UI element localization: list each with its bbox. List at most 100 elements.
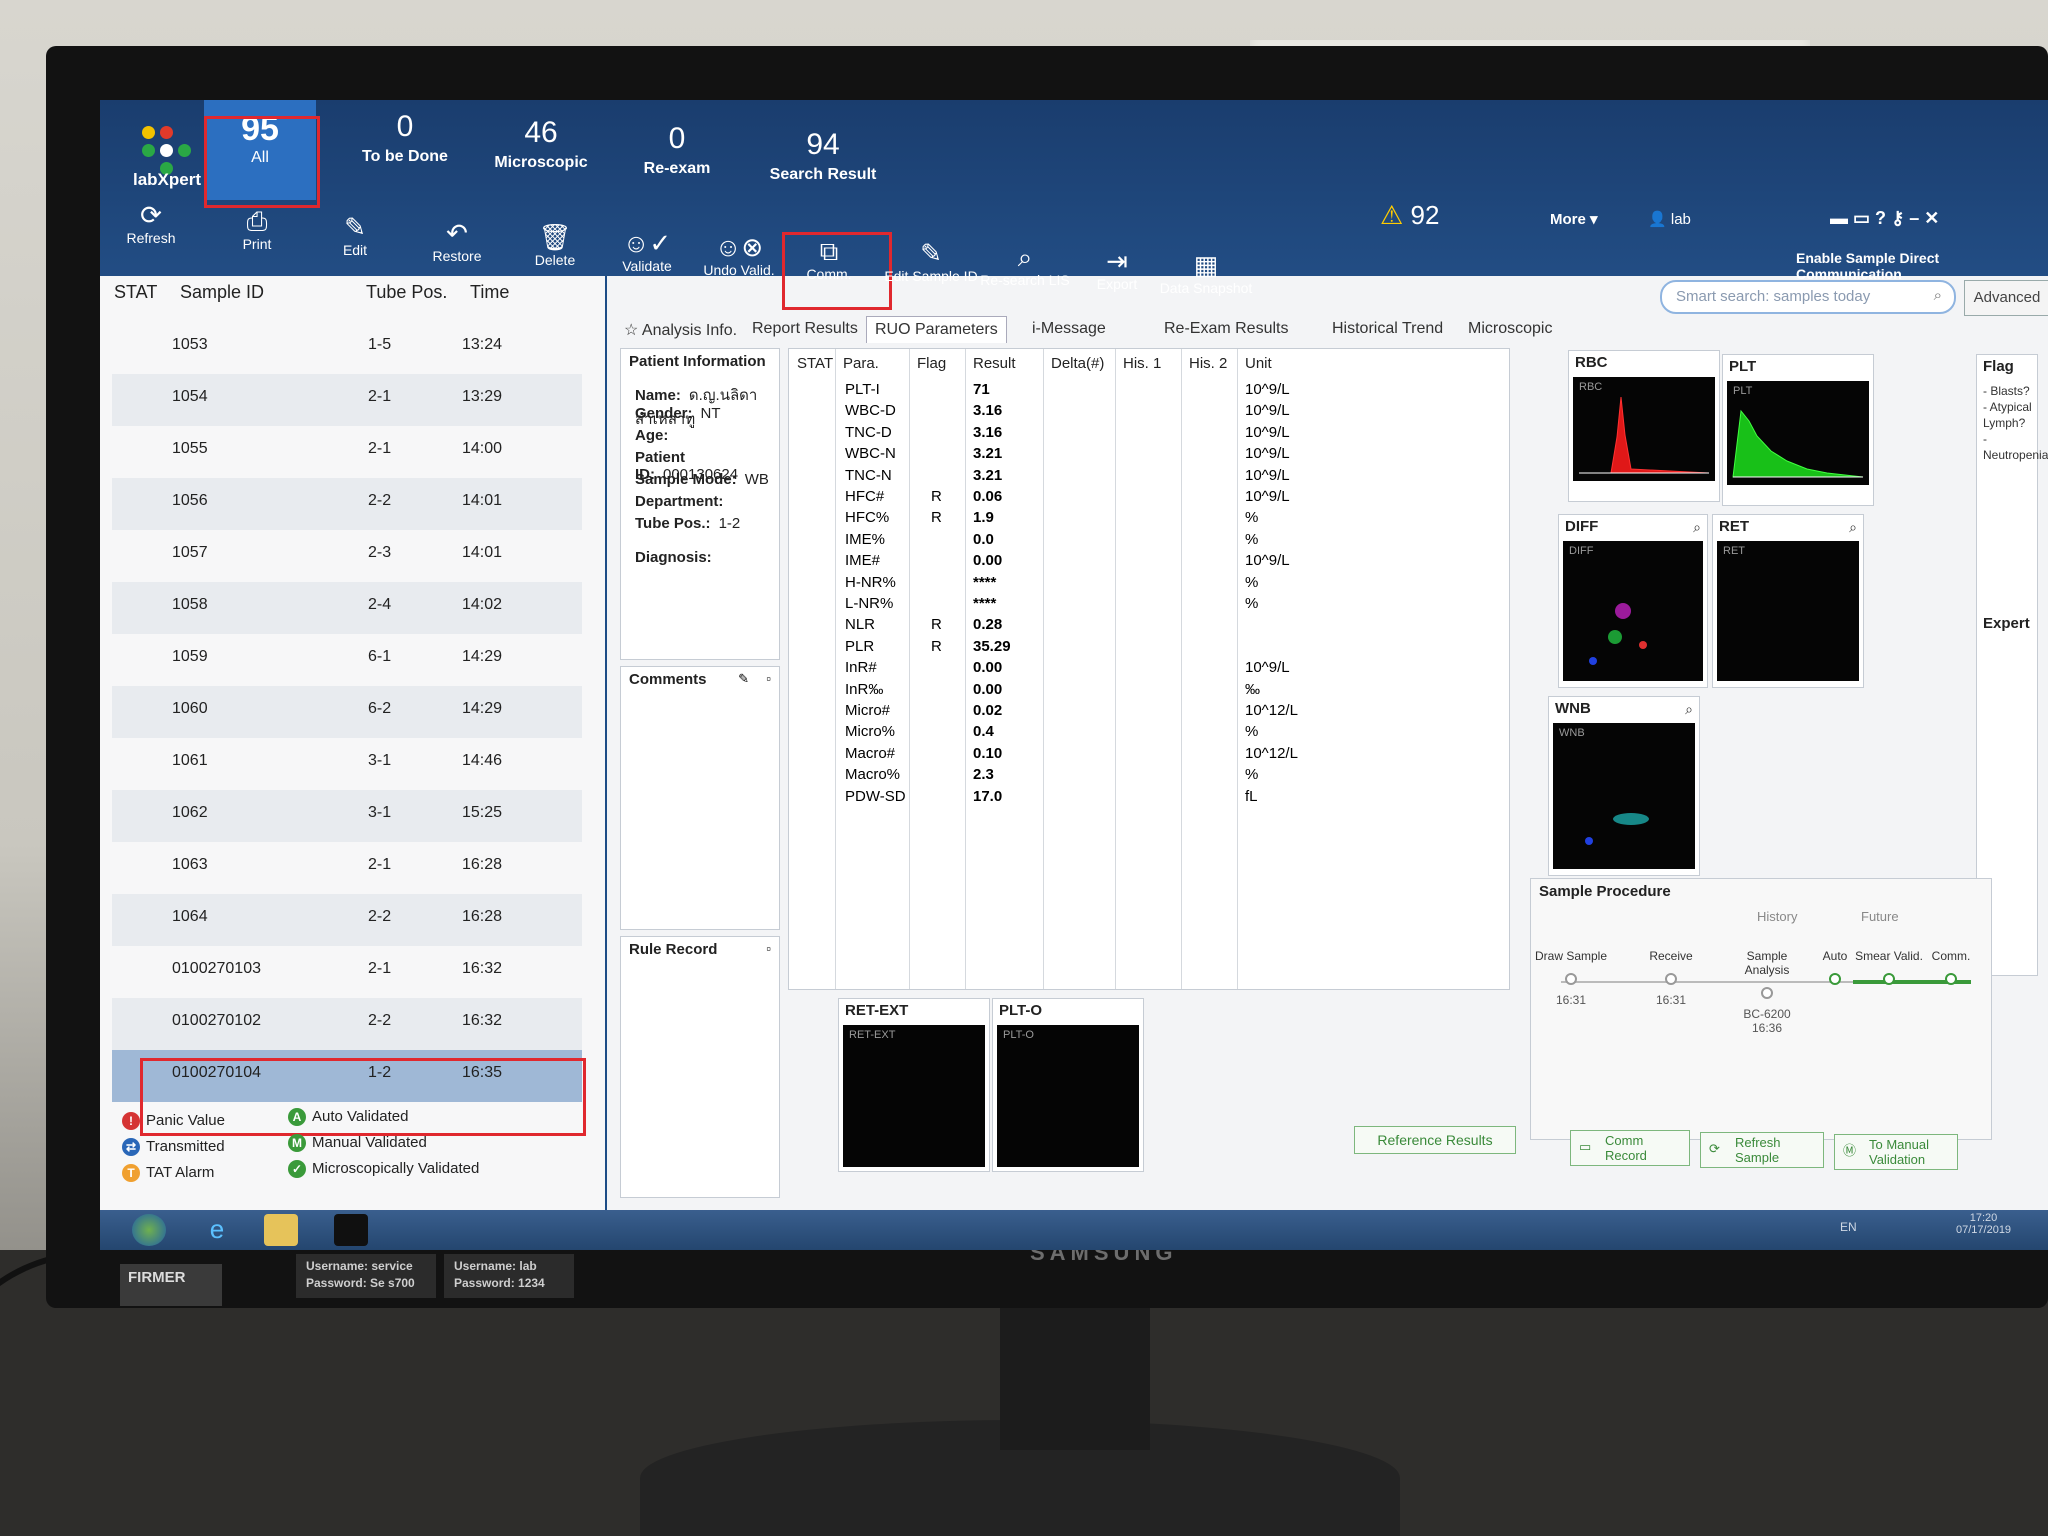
parameter-row[interactable]: L-NR% ****% bbox=[789, 593, 1509, 614]
validate-button[interactable]: ☺✓ Validate bbox=[602, 228, 692, 274]
parameter-row[interactable]: PDW-SD 17.0 fL bbox=[789, 786, 1509, 807]
undo-valid-button[interactable]: ☺⊗ Undo Valid. bbox=[694, 232, 784, 278]
smart-search-input[interactable]: Smart search: samples today ⌕ bbox=[1660, 280, 1956, 314]
expand-icon[interactable]: ▫ bbox=[766, 671, 771, 686]
parameter-row[interactable]: TNC-N 3.21 10^9/L bbox=[789, 465, 1509, 486]
table-row[interactable]: 0100270103 2-1 16:32 bbox=[112, 946, 582, 998]
parameter-row[interactable]: PLT-I 71 10^9/L bbox=[789, 379, 1509, 400]
cell-para: L-NR% bbox=[845, 595, 894, 612]
parameter-row[interactable]: InR‰ 0.00 ‰ bbox=[789, 679, 1509, 700]
parameter-row[interactable]: IME% 0.0% bbox=[789, 529, 1509, 550]
zoom-icon[interactable]: ⌕ bbox=[1693, 519, 1701, 536]
edit-button[interactable]: ✎ Edit bbox=[310, 212, 400, 258]
print-button[interactable]: ⎙ Print bbox=[212, 206, 302, 252]
tab-ruo-parameters[interactable]: RUO Parameters bbox=[866, 316, 1007, 343]
tab-microscopic[interactable]: Microscopic bbox=[1468, 320, 1552, 338]
table-row[interactable]: 1055 2-1 14:00 bbox=[112, 426, 582, 478]
table-row[interactable]: 1063 2-1 16:28 bbox=[112, 842, 582, 894]
expand-icon[interactable]: ▫ bbox=[766, 941, 771, 956]
advanced-button[interactable]: Advanced bbox=[1964, 280, 2048, 316]
parameter-row[interactable]: Macro% 2.3% bbox=[789, 764, 1509, 785]
table-row[interactable]: 1060 6-2 14:29 bbox=[112, 686, 582, 738]
step-label: Comm. bbox=[1931, 949, 1971, 963]
research-lis-button[interactable]: ⌕ Re-search LIS bbox=[970, 242, 1080, 288]
stat-count: 46 bbox=[524, 116, 558, 149]
col-sample-id[interactable]: Sample ID bbox=[180, 282, 264, 303]
data-snapshot-button[interactable]: ▦ Data Snapshot bbox=[1146, 250, 1266, 296]
tube-position: Tube Pos.: 1-2 bbox=[635, 515, 740, 532]
table-row[interactable]: 1054 2-1 13:29 bbox=[112, 374, 582, 426]
labxpert-taskbar-icon[interactable] bbox=[334, 1214, 368, 1246]
folder-icon[interactable] bbox=[264, 1214, 298, 1246]
parameter-row[interactable]: H-NR% ****% bbox=[789, 572, 1509, 593]
parameter-row[interactable]: TNC-D 3.16 10^9/L bbox=[789, 422, 1509, 443]
tab-re-exam-results[interactable]: Re-Exam Results bbox=[1164, 320, 1288, 338]
stat-search-result[interactable]: 94 Search Result bbox=[748, 128, 898, 184]
table-row[interactable]: 1062 3-1 15:25 bbox=[112, 790, 582, 842]
tab-report-results[interactable]: Report Results bbox=[752, 320, 858, 338]
table-row[interactable]: 1059 6-1 14:29 bbox=[112, 634, 582, 686]
table-row[interactable]: 1064 2-2 16:28 bbox=[112, 894, 582, 946]
pencil-icon[interactable]: ✎ bbox=[738, 671, 749, 687]
plt-o-plot: PLT-O bbox=[997, 1025, 1139, 1167]
parameter-row[interactable]: InR# 0.00 10^9/L bbox=[789, 657, 1509, 678]
parameter-row[interactable]: Micro% 0.4% bbox=[789, 721, 1509, 742]
zoom-icon[interactable]: ⌕ bbox=[1685, 701, 1693, 718]
start-icon[interactable] bbox=[132, 1214, 166, 1246]
step-dot bbox=[1883, 973, 1895, 985]
parameter-row[interactable]: WBC-N 3.21 10^9/L bbox=[789, 443, 1509, 464]
parameter-row[interactable]: PLR R 35.29 bbox=[789, 636, 1509, 657]
device-icon[interactable]: ▬ bbox=[1830, 208, 1848, 228]
col-stat[interactable]: STAT bbox=[114, 282, 157, 303]
table-row[interactable]: 0100270102 2-2 16:32 bbox=[112, 998, 582, 1050]
patient-info-panel: Patient Information Name: ด.ญ.นลิดา สำเหล… bbox=[620, 348, 780, 660]
minimize-icon[interactable]: – bbox=[1909, 208, 1919, 228]
refresh-button[interactable]: ⟳ Refresh bbox=[106, 200, 196, 246]
table-row[interactable]: 1061 3-1 14:46 bbox=[112, 738, 582, 790]
parameter-row[interactable]: Macro# 0.10 10^12/L bbox=[789, 743, 1509, 764]
restore-button[interactable]: ↶ Restore bbox=[412, 218, 502, 264]
table-row[interactable]: 1056 2-2 14:01 bbox=[112, 478, 582, 530]
parameter-row[interactable]: HFC# R 0.06 10^9/L bbox=[789, 486, 1509, 507]
internet-explorer-icon[interactable]: e bbox=[200, 1214, 234, 1246]
lis-icon[interactable]: ▭ bbox=[1853, 208, 1870, 228]
star-icon: ☆ bbox=[624, 322, 639, 339]
tab-analysis-info[interactable]: ☆ Analysis Info. bbox=[624, 320, 737, 340]
to-manual-validation-button[interactable]: Ⓜ To Manual Validation bbox=[1834, 1134, 1958, 1170]
zoom-icon[interactable]: ⌕ bbox=[1849, 519, 1857, 536]
table-row[interactable]: 1053 1-5 13:24 bbox=[112, 322, 582, 374]
cell-pos: 3-1 bbox=[368, 804, 392, 821]
rule-record-panel: Rule Record ▫ bbox=[620, 936, 780, 1198]
key-icon[interactable]: ⚷ bbox=[1891, 208, 1904, 228]
language-indicator[interactable]: EN bbox=[1840, 1220, 1857, 1234]
close-icon[interactable]: ✕ bbox=[1924, 208, 1939, 228]
comm-record-button[interactable]: ▭ Comm Record bbox=[1570, 1130, 1690, 1166]
sample-mode: Sample Mode: WB bbox=[635, 471, 769, 488]
step-dot bbox=[1945, 973, 1957, 985]
cell-time: 14:29 bbox=[462, 648, 503, 665]
col-time[interactable]: Time bbox=[470, 282, 509, 303]
delete-button[interactable]: 🗑 Delete bbox=[510, 222, 600, 268]
stat-to-be-done[interactable]: 0 To be Done bbox=[340, 110, 470, 166]
warning-indicator[interactable]: ⚠ 92 bbox=[1380, 200, 1439, 231]
stat-microscopic[interactable]: 46 Microscopic bbox=[476, 116, 606, 172]
parameter-row[interactable]: HFC% R 1.9% bbox=[789, 507, 1509, 528]
enable-sample-communication[interactable]: Enable Sample Direct Communication bbox=[1796, 250, 2048, 282]
screen: labXpert 95 All 0 To be Done 46 Microsco… bbox=[100, 100, 2048, 1250]
parameter-row[interactable]: IME# 0.00 10^9/L bbox=[789, 550, 1509, 571]
parameter-row[interactable]: NLR R 0.28 bbox=[789, 614, 1509, 635]
user-menu[interactable]: 👤 lab bbox=[1648, 210, 1691, 228]
stat-re-exam[interactable]: 0 Re-exam bbox=[612, 122, 742, 178]
parameter-row[interactable]: WBC-D 3.16 10^9/L bbox=[789, 400, 1509, 421]
col-tube-pos[interactable]: Tube Pos. bbox=[366, 282, 447, 303]
tab-i-message[interactable]: i-Message bbox=[1032, 320, 1106, 338]
reference-results-button[interactable]: Reference Results bbox=[1354, 1126, 1516, 1154]
table-row[interactable]: 1058 2-4 14:02 bbox=[112, 582, 582, 634]
parameter-row[interactable]: Micro# 0.02 10^12/L bbox=[789, 700, 1509, 721]
tab-historical-trend[interactable]: Historical Trend bbox=[1332, 320, 1443, 338]
refresh-sample-button[interactable]: ⟳ Refresh Sample bbox=[1700, 1132, 1824, 1168]
clock[interactable]: 17:20 07/17/2019 bbox=[1956, 1212, 2011, 1236]
help-icon[interactable]: ? bbox=[1875, 208, 1886, 228]
more-menu[interactable]: More ▾ bbox=[1550, 210, 1598, 228]
table-row[interactable]: 1057 2-3 14:01 bbox=[112, 530, 582, 582]
